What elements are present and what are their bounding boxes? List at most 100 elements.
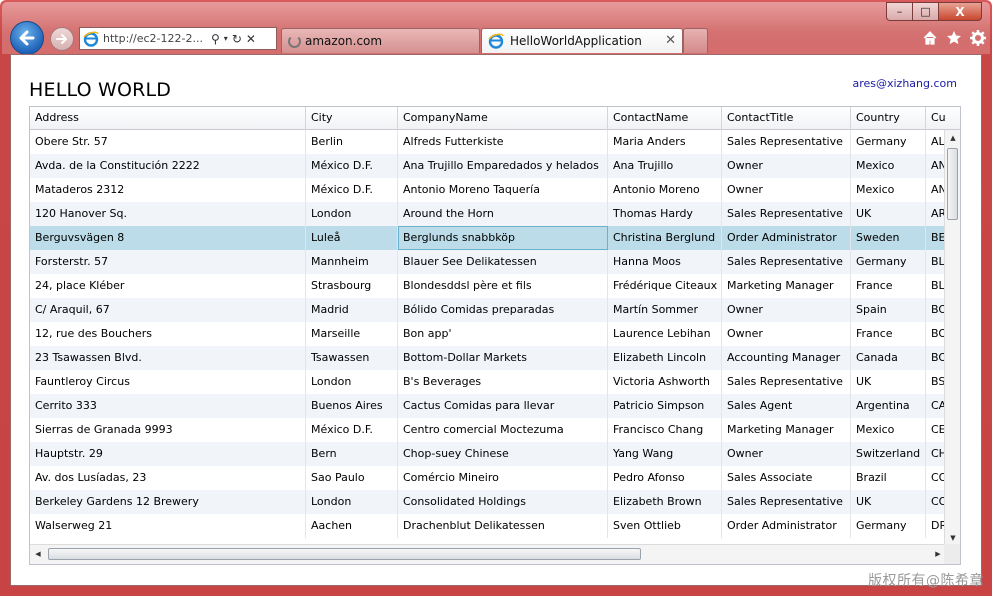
table-cell[interactable]: CA [926, 394, 946, 418]
table-cell[interactable]: UK [851, 370, 926, 394]
table-cell[interactable]: Tsawassen [306, 346, 398, 370]
dropdown-icon[interactable]: ▾ [224, 34, 228, 43]
table-row[interactable]: 24, place Kléber Strasbourg Blondesddsl pè… [30, 274, 946, 298]
horizontal-scrollbar[interactable]: ◀ ▶ [30, 544, 946, 564]
table-cell[interactable]: CE [926, 418, 946, 442]
table-cell[interactable]: BO [926, 346, 946, 370]
table-cell[interactable]: AN [926, 154, 946, 178]
table-cell[interactable]: Order Administrator [722, 514, 851, 538]
table-row[interactable]: Fauntleroy Circus London B's Beverages Vict… [30, 370, 946, 394]
table-cell[interactable]: Bólido Comidas preparadas [398, 298, 608, 322]
table-cell[interactable]: Sales Representative [722, 202, 851, 226]
column-header-contact-name[interactable]: ContactName [608, 107, 722, 130]
table-cell[interactable]: Avda. de la Constitución 2222 [30, 154, 306, 178]
table-cell[interactable]: Sao Paulo [306, 466, 398, 490]
table-row[interactable]: Av. dos Lusíadas, 23 Sao Paulo Comércio Mi… [30, 466, 946, 490]
table-row[interactable]: Forsterstr. 57 Mannheim Blauer See Delikat… [30, 250, 946, 274]
table-cell[interactable]: Canada [851, 346, 926, 370]
table-cell[interactable]: Berguvsvägen 8 [30, 226, 306, 250]
table-cell[interactable]: Switzerland [851, 442, 926, 466]
table-cell[interactable]: Madrid [306, 298, 398, 322]
table-cell[interactable]: Bon app' [398, 322, 608, 346]
table-cell[interactable]: UK [851, 490, 926, 514]
table-cell[interactable]: London [306, 202, 398, 226]
minimize-button[interactable]: – [886, 2, 912, 21]
address-bar[interactable]: http://ec2-122-2... ⚲ ▾ ↻ ✕ [79, 27, 277, 50]
table-cell[interactable]: BL [926, 274, 946, 298]
table-cell[interactable]: Fauntleroy Circus [30, 370, 306, 394]
table-cell[interactable]: AN [926, 178, 946, 202]
search-icon[interactable]: ⚲ [211, 33, 220, 45]
table-cell[interactable]: Berglunds snabbköp [398, 226, 608, 250]
table-cell[interactable]: Walserweg 21 [30, 514, 306, 538]
table-row[interactable]: Cerrito 333 Buenos Aires Cactus Comidas pa… [30, 394, 946, 418]
table-cell[interactable]: Berlin [306, 130, 398, 154]
table-cell[interactable]: France [851, 322, 926, 346]
table-cell[interactable]: 120 Hanover Sq. [30, 202, 306, 226]
table-cell[interactable]: Patricio Simpson [608, 394, 722, 418]
table-cell[interactable]: Spain [851, 298, 926, 322]
table-cell[interactable]: B's Beverages [398, 370, 608, 394]
table-cell[interactable]: BS [926, 370, 946, 394]
table-cell[interactable]: Cerrito 333 [30, 394, 306, 418]
table-cell[interactable]: Mexico [851, 154, 926, 178]
table-cell[interactable]: Luleå [306, 226, 398, 250]
table-cell[interactable]: CO [926, 466, 946, 490]
table-cell[interactable]: Marseille [306, 322, 398, 346]
table-cell[interactable]: Sierras de Granada 9993 [30, 418, 306, 442]
table-row[interactable]: 120 Hanover Sq. London Around the Horn Thom… [30, 202, 946, 226]
table-cell[interactable]: Forsterstr. 57 [30, 250, 306, 274]
table-cell[interactable]: Germany [851, 130, 926, 154]
table-cell[interactable]: France [851, 274, 926, 298]
new-tab-button[interactable] [683, 28, 708, 53]
table-cell[interactable]: BO [926, 322, 946, 346]
back-button[interactable] [10, 21, 44, 55]
table-cell[interactable]: Alfreds Futterkiste [398, 130, 608, 154]
table-cell[interactable]: Ana Trujillo [608, 154, 722, 178]
table-cell[interactable]: Mexico [851, 418, 926, 442]
table-cell[interactable]: Christina Berglund [608, 226, 722, 250]
table-cell[interactable]: BE [926, 226, 946, 250]
favorites-star-icon[interactable] [946, 30, 962, 46]
table-cell[interactable]: AR [926, 202, 946, 226]
table-cell[interactable]: Bottom-Dollar Markets [398, 346, 608, 370]
close-tab-icon[interactable]: ✕ [665, 33, 676, 48]
column-header-customer-id[interactable]: Cu [926, 107, 946, 130]
close-button[interactable]: X [938, 2, 982, 21]
table-cell[interactable]: Laurence Lebihan [608, 322, 722, 346]
table-cell[interactable]: Consolidated Holdings [398, 490, 608, 514]
table-cell[interactable]: Hanna Moos [608, 250, 722, 274]
column-header-country[interactable]: Country [851, 107, 926, 130]
table-row[interactable]: Berkeley Gardens 12 Brewery London Consoli… [30, 490, 946, 514]
table-cell[interactable]: Av. dos Lusíadas, 23 [30, 466, 306, 490]
table-cell[interactable]: Sven Ottlieb [608, 514, 722, 538]
table-row[interactable]: C/ Araquil, 67 Madrid Bólido Comidas prepa… [30, 298, 946, 322]
table-cell[interactable]: Elizabeth Lincoln [608, 346, 722, 370]
table-cell[interactable]: Strasbourg [306, 274, 398, 298]
refresh-icon[interactable]: ↻ [232, 33, 242, 45]
table-cell[interactable]: Ana Trujillo Emparedados y helados [398, 154, 608, 178]
column-header-city[interactable]: City [306, 107, 398, 130]
table-cell[interactable]: Marketing Manager [722, 418, 851, 442]
table-cell[interactable]: Owner [722, 298, 851, 322]
table-cell[interactable]: Martín Sommer [608, 298, 722, 322]
table-cell[interactable]: 24, place Kléber [30, 274, 306, 298]
table-cell[interactable]: Frédérique Citeaux [608, 274, 722, 298]
table-cell[interactable]: AL [926, 130, 946, 154]
maximize-button[interactable]: □ [912, 2, 938, 21]
table-cell[interactable]: London [306, 490, 398, 514]
table-cell[interactable]: BO [926, 298, 946, 322]
table-cell[interactable]: Accounting Manager [722, 346, 851, 370]
table-cell[interactable]: Owner [722, 322, 851, 346]
table-cell[interactable]: CH [926, 442, 946, 466]
table-cell[interactable]: Mataderos 2312 [30, 178, 306, 202]
table-cell[interactable]: Sales Representative [722, 490, 851, 514]
gear-icon[interactable] [970, 30, 986, 46]
scroll-up-icon[interactable]: ▲ [945, 134, 960, 142]
table-cell[interactable]: Blondesddsl père et fils [398, 274, 608, 298]
table-cell[interactable]: Sales Agent [722, 394, 851, 418]
table-cell[interactable]: Berkeley Gardens 12 Brewery [30, 490, 306, 514]
table-cell[interactable]: UK [851, 202, 926, 226]
table-cell[interactable]: 23 Tsawassen Blvd. [30, 346, 306, 370]
table-row[interactable]: 23 Tsawassen Blvd. Tsawassen Bottom-Dollar… [30, 346, 946, 370]
